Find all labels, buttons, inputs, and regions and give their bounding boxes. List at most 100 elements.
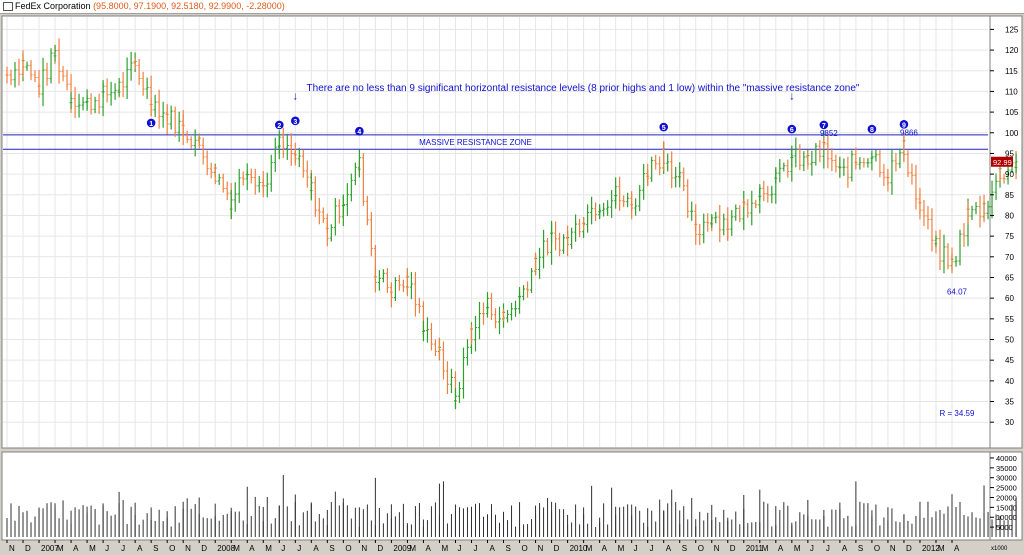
marker-5-label: 5 — [662, 125, 666, 132]
time-tick-label: J — [810, 544, 814, 553]
time-tick-label: O — [169, 544, 175, 553]
last-price-label: 92.99 — [993, 158, 1012, 167]
time-tick-label: J — [121, 544, 125, 553]
time-tick-label: A — [954, 544, 960, 553]
time-tick-label: D — [730, 544, 736, 553]
time-tick-label: N — [890, 544, 896, 553]
time-tick-label: J — [650, 544, 654, 553]
marker-3-label: 3 — [293, 119, 297, 126]
time-tick-label: M — [409, 544, 416, 553]
volume-tick-label: 25000 — [996, 484, 1017, 493]
time-tick-label: J — [457, 544, 461, 553]
volume-tick-label: 30000 — [996, 474, 1017, 483]
price-tick-label: 110 — [1005, 87, 1018, 96]
time-tick-label: M — [441, 544, 448, 553]
time-tick-label: M — [762, 544, 769, 553]
time-tick-label: J — [826, 544, 830, 553]
stock-chart: MASSIVE RESISTANCE ZONE 5000100001500020… — [1, 15, 1023, 553]
time-tick-label: D — [25, 544, 31, 553]
time-tick-label: A — [602, 544, 608, 553]
down-arrow-icon: ↓ — [293, 91, 299, 103]
price-label: 9866 — [900, 128, 918, 137]
time-tick-label: A — [249, 544, 255, 553]
price-tick-label: 75 — [1005, 232, 1014, 241]
time-tick-label: M — [265, 544, 272, 553]
volume-tick-label: 35000 — [996, 464, 1017, 473]
price-tick-label: 40 — [1005, 377, 1014, 386]
time-tick-label: A — [666, 544, 672, 553]
time-tick-label: J — [281, 544, 285, 553]
price-label: 9852 — [820, 129, 838, 138]
chart-window-icon — [3, 2, 13, 11]
price-tick-label: 45 — [1005, 356, 1014, 365]
window-title-bar: FedEx Corporation (95.8000, 97.1900, 92.… — [0, 0, 1024, 14]
volume-tick-label: 10000 — [996, 513, 1017, 522]
time-tick-label: S — [682, 544, 687, 553]
price-tick-label: 105 — [1005, 108, 1019, 117]
price-tick-label: 70 — [1005, 253, 1014, 262]
time-tick-label: A — [842, 544, 848, 553]
marker-8-label: 8 — [870, 127, 874, 134]
annotation-text: There are no less than 9 significant hor… — [307, 83, 860, 94]
time-tick-label: M — [794, 544, 801, 553]
window-title: FedEx Corporation — [15, 1, 91, 11]
price-panel — [1, 15, 991, 449]
time-tick-label: D — [201, 544, 207, 553]
marker-2-label: 2 — [277, 123, 281, 130]
price-tick-label: 60 — [1005, 294, 1014, 303]
down-arrow-icon: ↓ — [789, 91, 795, 103]
time-tick-label: M — [586, 544, 593, 553]
time-tick-label: J — [297, 544, 301, 553]
time-tick-label: O — [345, 544, 351, 553]
time-tick-label: O — [874, 544, 880, 553]
time-tick-label: A — [490, 544, 496, 553]
marker-1-label: 1 — [149, 121, 153, 128]
marker-4-label: 4 — [357, 129, 361, 136]
time-tick-label: A — [313, 544, 319, 553]
time-tick-label: M — [233, 544, 240, 553]
price-tick-label: 50 — [1005, 336, 1014, 345]
time-tick-label: A — [73, 544, 79, 553]
time-tick-label: D — [554, 544, 560, 553]
time-tick-label: S — [506, 544, 511, 553]
time-tick-label: J — [105, 544, 109, 553]
time-tick-label: M — [89, 544, 96, 553]
price-label: R = 34.59 — [940, 409, 975, 418]
price-tick-label: 30 — [1005, 418, 1014, 427]
quote-values: (95.8000, 97.1900, 92.5180, 92.9900, -2.… — [93, 1, 285, 11]
price-tick-label: 115 — [1005, 67, 1018, 76]
time-tick-label: M — [618, 544, 625, 553]
volume-tick-label: 20000 — [996, 493, 1017, 502]
price-tick-label: 125 — [1005, 25, 1019, 34]
resistance-zone-label: MASSIVE RESISTANCE ZONE — [419, 138, 532, 147]
time-tick-label: O — [522, 544, 528, 553]
time-tick-label: M — [938, 544, 945, 553]
marker-6-label: 6 — [790, 127, 794, 134]
time-tick-label: S — [153, 544, 158, 553]
time-tick-label: A — [778, 544, 784, 553]
time-tick-label: S — [329, 544, 334, 553]
time-tick-label: N — [361, 544, 367, 553]
time-tick-label: D — [377, 544, 383, 553]
time-tick-label: N — [714, 544, 720, 553]
time-tick-label: M — [57, 544, 64, 553]
price-tick-label: 80 — [1005, 211, 1014, 220]
time-tick-label: S — [858, 544, 863, 553]
volume-tick-label: 5000 — [996, 523, 1013, 532]
price-tick-label: 100 — [1005, 129, 1019, 138]
volume-tick-label: 15000 — [996, 503, 1017, 512]
time-tick-label: A — [137, 544, 143, 553]
price-tick-label: 35 — [1005, 398, 1014, 407]
time-tick-label: A — [425, 544, 431, 553]
time-tick-label: N — [9, 544, 15, 553]
time-tick-label: N — [185, 544, 191, 553]
price-tick-label: 65 — [1005, 273, 1014, 282]
volume-unit-label: x1000 — [991, 546, 1008, 552]
time-tick-label: J — [473, 544, 477, 553]
price-label: 64.07 — [947, 287, 968, 296]
time-tick-label: D — [906, 544, 912, 553]
time-tick-label: O — [698, 544, 704, 553]
price-tick-label: 85 — [1005, 191, 1014, 200]
time-tick-label: N — [538, 544, 544, 553]
volume-tick-label: 40000 — [996, 454, 1017, 463]
